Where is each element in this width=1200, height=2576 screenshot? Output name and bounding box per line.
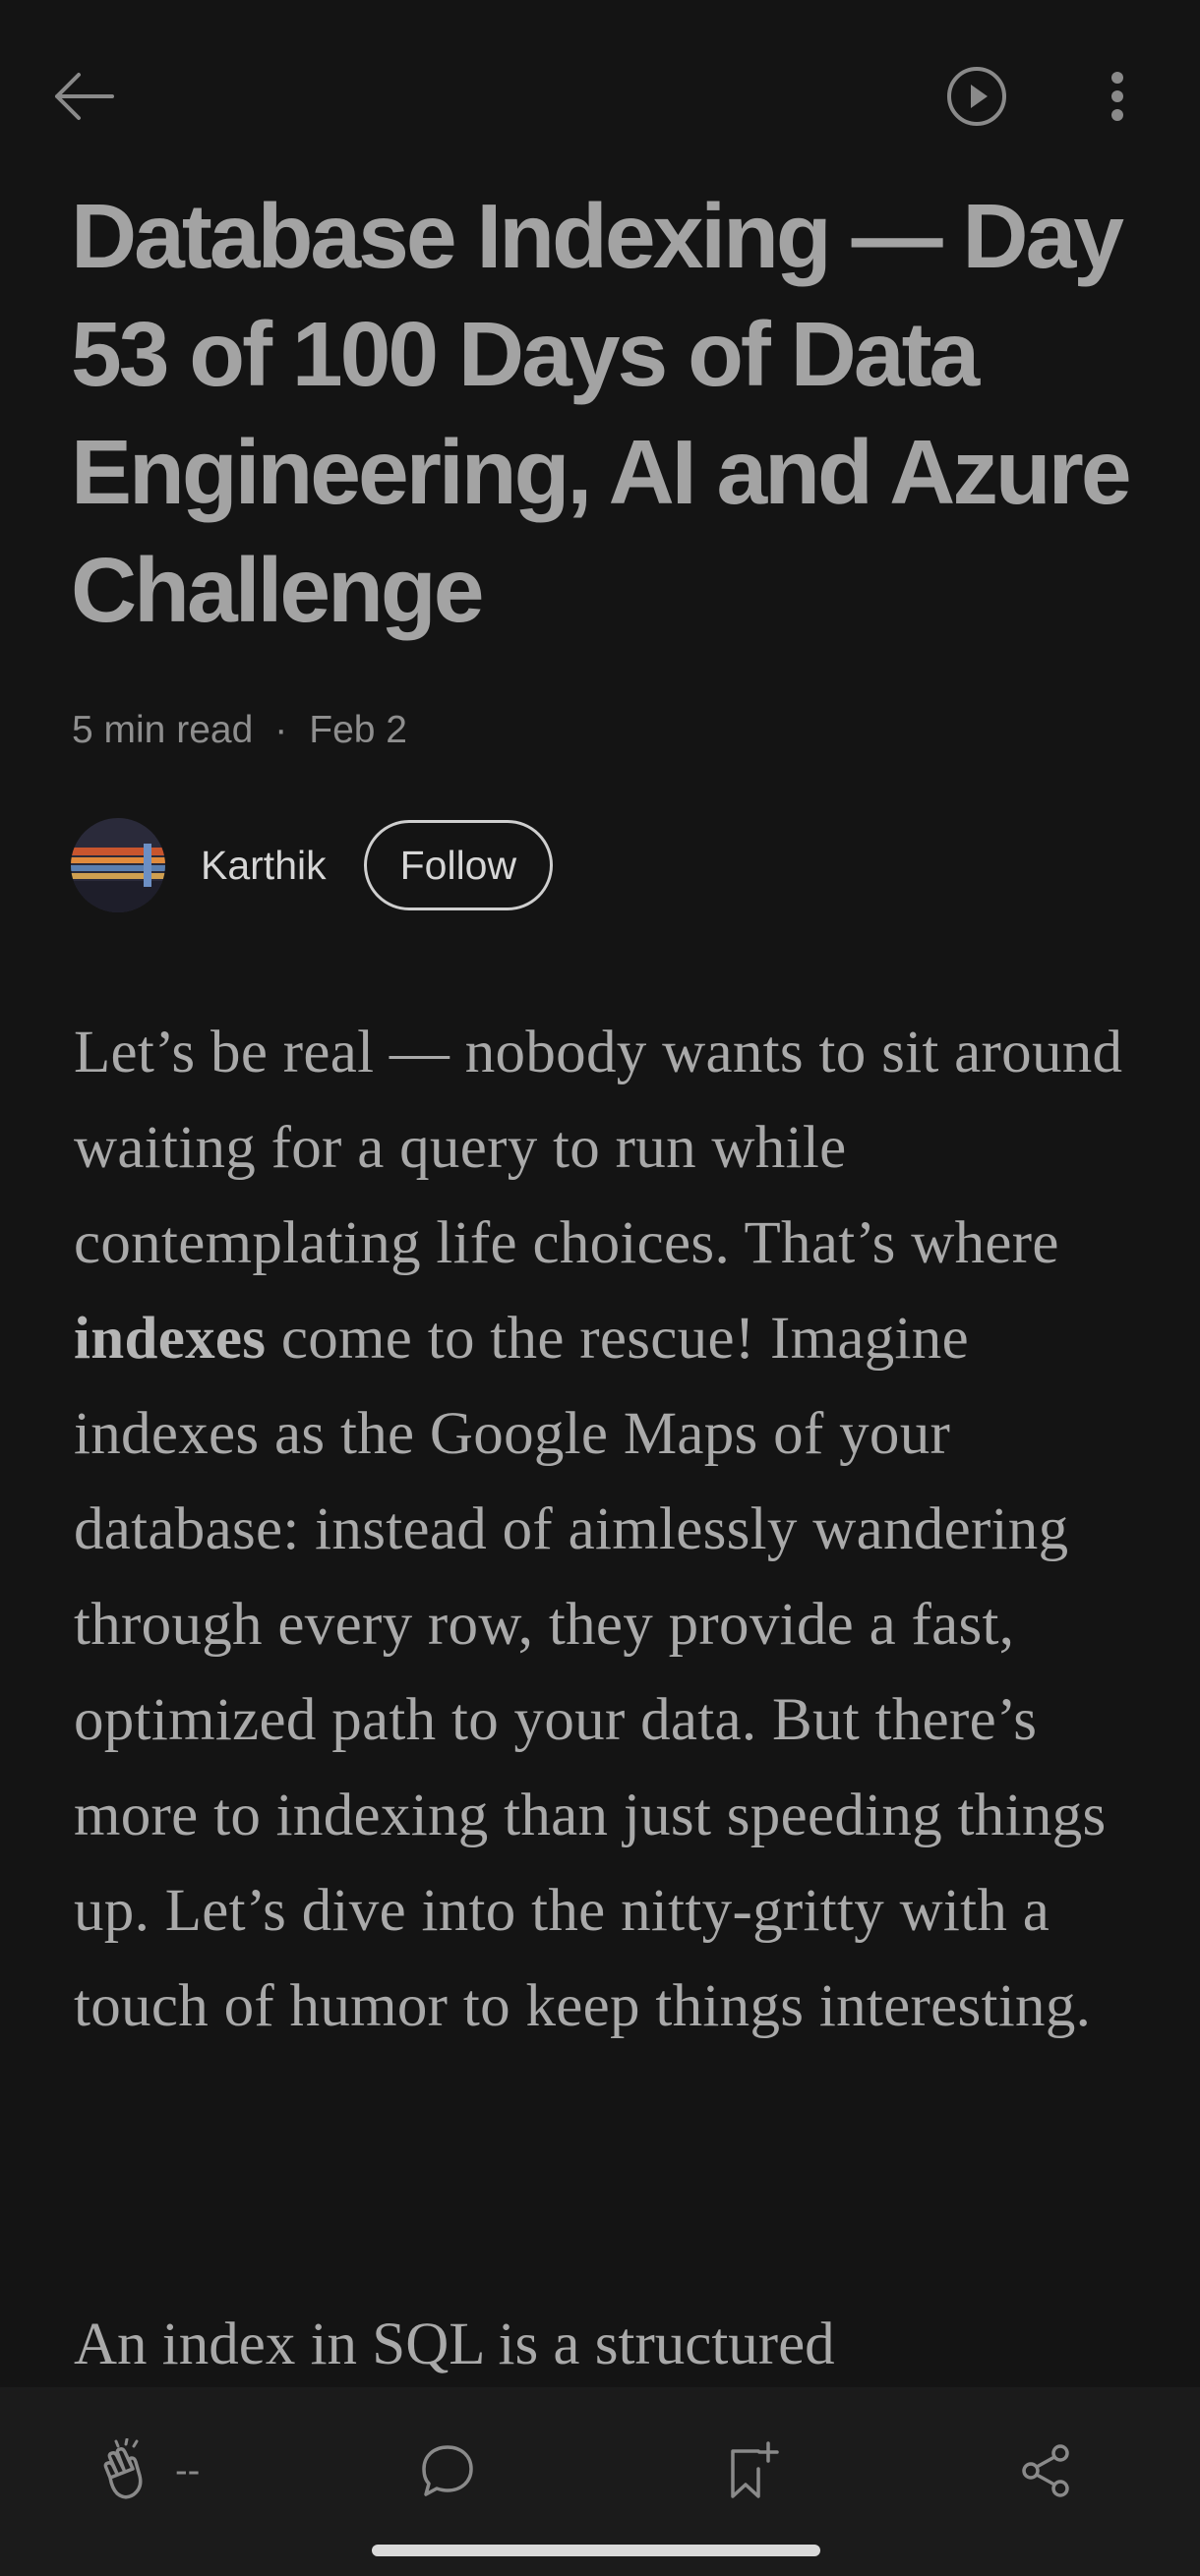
comment-button[interactable] (418, 2427, 477, 2515)
author-avatar[interactable] (71, 818, 165, 912)
paragraph-text: Let’s be real — nobody wants to sit arou… (74, 1020, 1123, 1276)
play-circle-icon (947, 67, 1006, 126)
article-title: Database Indexing — Day 53 of 100 Days o… (71, 185, 1132, 641)
avatar-image (71, 818, 165, 912)
save-button[interactable] (723, 2427, 782, 2515)
arrow-left-icon (55, 73, 114, 120)
author-name[interactable]: Karthik (201, 843, 327, 889)
comment-icon (422, 2445, 473, 2496)
article-meta: 5 min read · Feb 2 (72, 706, 407, 755)
back-button[interactable] (39, 59, 128, 134)
top-app-bar (0, 0, 1200, 187)
article-paragraph-2: An index in SQL is a structured (74, 2312, 835, 2377)
share-button[interactable] (1017, 2427, 1076, 2515)
listen-button[interactable] (939, 59, 1014, 134)
paragraph-text-continued: come to the rescue! Imagine indexes as t… (74, 1306, 1107, 2039)
read-time: 5 min read (72, 709, 254, 751)
publish-date: Feb 2 (309, 709, 407, 751)
clap-button[interactable]: -- (96, 2427, 200, 2515)
share-icon (1022, 2444, 1069, 2497)
more-vertical-icon (1111, 72, 1123, 121)
more-options-button[interactable] (1082, 59, 1153, 134)
article-paragraph: Let’s be real — nobody wants to sit arou… (74, 1005, 1136, 2054)
clap-icon (103, 2438, 143, 2499)
author-row: Karthik Follow (71, 818, 554, 912)
follow-button[interactable]: Follow (363, 820, 554, 910)
home-indicator[interactable] (372, 2545, 820, 2556)
clap-count: -- (175, 2449, 201, 2491)
bookmark-add-icon (731, 2441, 779, 2498)
bold-term: indexes (74, 1306, 267, 1372)
meta-separator: · (274, 709, 288, 751)
